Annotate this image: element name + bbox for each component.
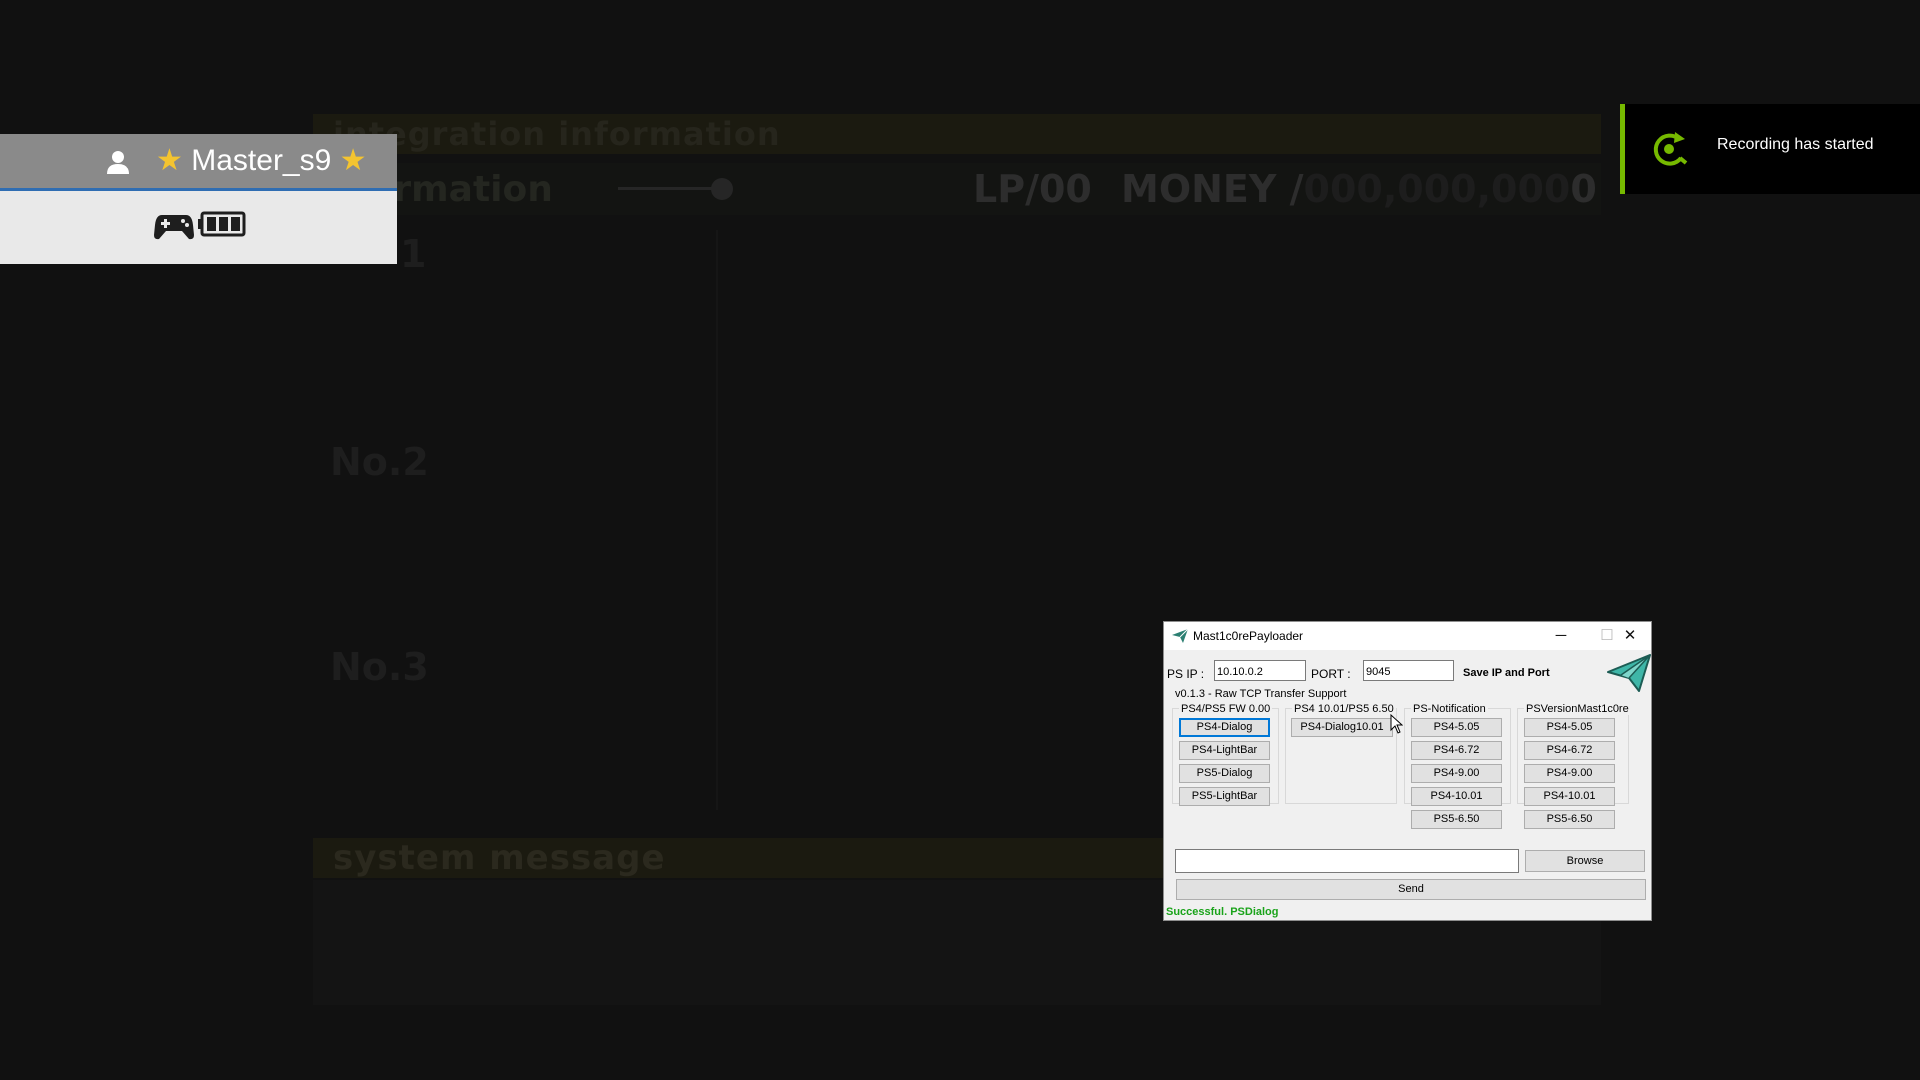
gamepad-icon — [154, 211, 194, 246]
info-slider-knob — [711, 178, 733, 200]
payloader-window: Mast1c0rePayloader ─ ☐ ✕ PS IP : PORT : … — [1163, 621, 1652, 921]
ps4-dialog-button[interactable]: PS4-Dialog — [1179, 718, 1270, 737]
group-title: PS4/PS5 FW 0.00 — [1179, 703, 1273, 715]
ps-ip-input[interactable] — [1214, 660, 1306, 681]
ver-ps5-650-button[interactable]: PS5-6.50 — [1524, 810, 1615, 829]
ps-ip-label: PS IP : — [1167, 667, 1205, 681]
group-fw1001: PS4 10.01/PS5 6.50 PS4-Dialog10.01 — [1285, 703, 1397, 804]
group-title: PS4 10.01/PS5 6.50 — [1292, 703, 1396, 715]
user-bar: ★ Master_s9 ★ — [0, 134, 397, 191]
notif-ps4-672-button[interactable]: PS4-6.72 — [1411, 741, 1502, 760]
controller-bar — [0, 191, 397, 264]
user-panel: ★ Master_s9 ★ — [0, 134, 397, 264]
notif-ps5-650-button[interactable]: PS5-6.50 — [1411, 810, 1502, 829]
money-value-last: 0 — [1570, 167, 1597, 211]
slot-2-label: No.2 — [330, 440, 429, 484]
slot-1-label: 1 — [400, 232, 427, 276]
port-input[interactable] — [1363, 660, 1454, 681]
recording-toast: Recording has started — [1620, 104, 1920, 194]
money-counter: MONEY /000,000,0000 — [1121, 167, 1597, 211]
battery-icon — [198, 211, 246, 242]
star-icon: ★ — [339, 144, 367, 177]
status-message: Successful. PSDialog — [1166, 906, 1279, 918]
info-slider-track — [618, 187, 718, 190]
ver-ps4-672-button[interactable]: PS4-6.72 — [1524, 741, 1615, 760]
group-title: PSVersionMast1c0re — [1524, 703, 1631, 715]
notif-ps4-505-button[interactable]: PS4-5.05 — [1411, 718, 1502, 737]
group-fw000: PS4/PS5 FW 0.00 PS4-Dialog PS4-LightBar … — [1172, 703, 1279, 806]
browse-button[interactable]: Browse — [1525, 850, 1645, 872]
integration-info-banner: integration information — [313, 114, 1601, 154]
file-path-input[interactable] — [1175, 849, 1519, 873]
ps4-lightbar-button[interactable]: PS4-LightBar — [1179, 741, 1270, 760]
version-label: v0.1.3 - Raw TCP Transfer Support — [1175, 688, 1347, 700]
ps5-lightbar-button[interactable]: PS5-LightBar — [1179, 787, 1270, 806]
divider-line — [716, 230, 718, 810]
toast-text: Recording has started — [1717, 136, 1874, 153]
ps4-dialog-1001-button[interactable]: PS4-Dialog10.01 — [1291, 718, 1393, 737]
username-text: Master_s9 — [191, 144, 332, 177]
paper-plane-icon — [1172, 628, 1189, 646]
user-icon — [105, 149, 131, 175]
ver-ps4-1001-button[interactable]: PS4-10.01 — [1524, 787, 1615, 806]
ps5-dialog-button[interactable]: PS5-Dialog — [1179, 764, 1270, 783]
port-label: PORT : — [1311, 667, 1351, 681]
ver-ps4-505-button[interactable]: PS4-5.05 — [1524, 718, 1615, 737]
money-label: MONEY / — [1121, 167, 1304, 211]
username: ★ Master_s9 ★ — [156, 143, 367, 178]
title-bar[interactable]: Mast1c0rePayloader ─ ☐ ✕ — [1164, 622, 1651, 650]
mouse-cursor-icon — [1390, 713, 1404, 739]
send-logo-icon — [1607, 654, 1651, 695]
info-row: formation LP/00 MONEY /000,000,0000 — [313, 163, 1601, 215]
group-title: PS-Notification — [1411, 703, 1488, 715]
close-button[interactable]: ✕ — [1607, 622, 1653, 650]
record-icon — [1649, 130, 1691, 175]
minimize-button[interactable]: ─ — [1538, 622, 1584, 650]
lp-counter: LP/00 — [973, 167, 1092, 211]
save-ip-port-button[interactable]: Save IP and Port — [1463, 667, 1550, 679]
group-version: PSVersionMast1c0re PS4-5.05 PS4-6.72 PS4… — [1517, 703, 1631, 829]
window-title: Mast1c0rePayloader — [1193, 629, 1304, 643]
notif-ps4-1001-button[interactable]: PS4-10.01 — [1411, 787, 1502, 806]
notif-ps4-900-button[interactable]: PS4-9.00 — [1411, 764, 1502, 783]
money-value-dim: 000,000,000 — [1303, 167, 1571, 211]
group-notification: PS-Notification PS4-5.05 PS4-6.72 PS4-9.… — [1404, 703, 1511, 829]
star-icon: ★ — [156, 144, 183, 177]
send-button[interactable]: Send — [1176, 879, 1646, 900]
ver-ps4-900-button[interactable]: PS4-9.00 — [1524, 764, 1615, 783]
slot-3-label: No.3 — [330, 645, 429, 689]
